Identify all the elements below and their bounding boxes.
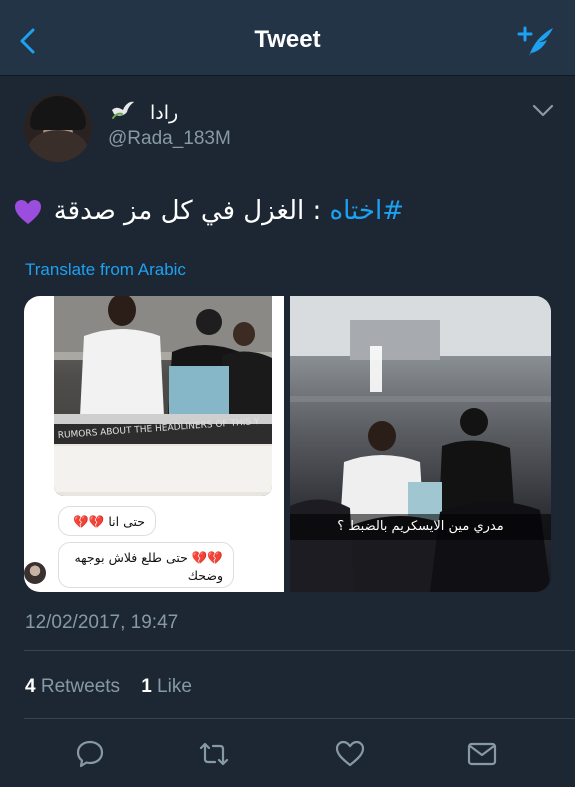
- translate-link[interactable]: Translate from Arabic: [25, 260, 186, 280]
- snap-caption: مدري مين الايسكريم بالضبط ؟: [290, 514, 551, 540]
- chat-avatar: [24, 562, 46, 584]
- chat-bubble: حتى انا 💔💔: [58, 506, 156, 536]
- page-title: Tweet: [254, 26, 321, 53]
- broken-heart-icon: 💔💔: [191, 550, 223, 565]
- purple-heart-icon: [15, 199, 42, 224]
- heart-icon[interactable]: [334, 738, 366, 770]
- avatar[interactable]: [24, 94, 92, 162]
- retweets-stat[interactable]: 4 Retweets: [25, 676, 125, 697]
- chevron-down-icon[interactable]: [532, 104, 554, 118]
- tweet-body: : الغزل في كل مز صدقة: [53, 196, 322, 226]
- chat-bubble: 💔💔 حتى طلع فلاش بوجهه وضحك: [58, 542, 234, 588]
- divider: [24, 718, 575, 719]
- media-image-chat-screenshot[interactable]: RUMORS ABOUT THE HEADLINERS OF THIS Y حت…: [24, 296, 284, 592]
- reply-icon[interactable]: [74, 738, 106, 770]
- media-image-snapchat[interactable]: مدري مين الايسكريم بالضبط ؟: [290, 296, 551, 592]
- retweet-icon[interactable]: [198, 738, 230, 770]
- author-display-name[interactable]: رادا: [150, 102, 178, 124]
- photo-scene-graphic: RUMORS ABOUT THE HEADLINERS OF THIS Y: [54, 296, 272, 496]
- photo-inside-chat: RUMORS ABOUT THE HEADLINERS OF THIS Y: [54, 296, 272, 496]
- hashtag-link[interactable]: #اختاه: [330, 196, 404, 226]
- chat-bubble-text: حتى انا: [108, 514, 145, 529]
- media-grid: RUMORS ABOUT THE HEADLINERS OF THIS Y حت…: [24, 296, 551, 592]
- likes-count: 1: [141, 676, 152, 697]
- compose-tweet-icon[interactable]: [515, 20, 557, 60]
- tweet-text: #اختاه : الغزل في كل مز صدقة: [15, 196, 404, 232]
- retweets-count: 4: [25, 676, 36, 697]
- envelope-icon[interactable]: [466, 738, 498, 770]
- divider: [24, 650, 575, 651]
- broken-heart-icon: 💔💔: [73, 514, 105, 529]
- tweet-timestamp: 12/02/2017, 19:47: [25, 612, 179, 633]
- top-bar: Tweet: [0, 0, 575, 76]
- snap-scene-graphic: [290, 296, 551, 592]
- author-handle[interactable]: @Rada_183M: [108, 128, 231, 150]
- retweets-label: Retweets: [40, 676, 121, 697]
- tweet-stats: 4 Retweets 1 Like: [25, 676, 192, 698]
- likes-label: Like: [157, 676, 192, 697]
- likes-stat[interactable]: 1 Like: [141, 676, 192, 697]
- dove-emoji-icon: [112, 101, 134, 119]
